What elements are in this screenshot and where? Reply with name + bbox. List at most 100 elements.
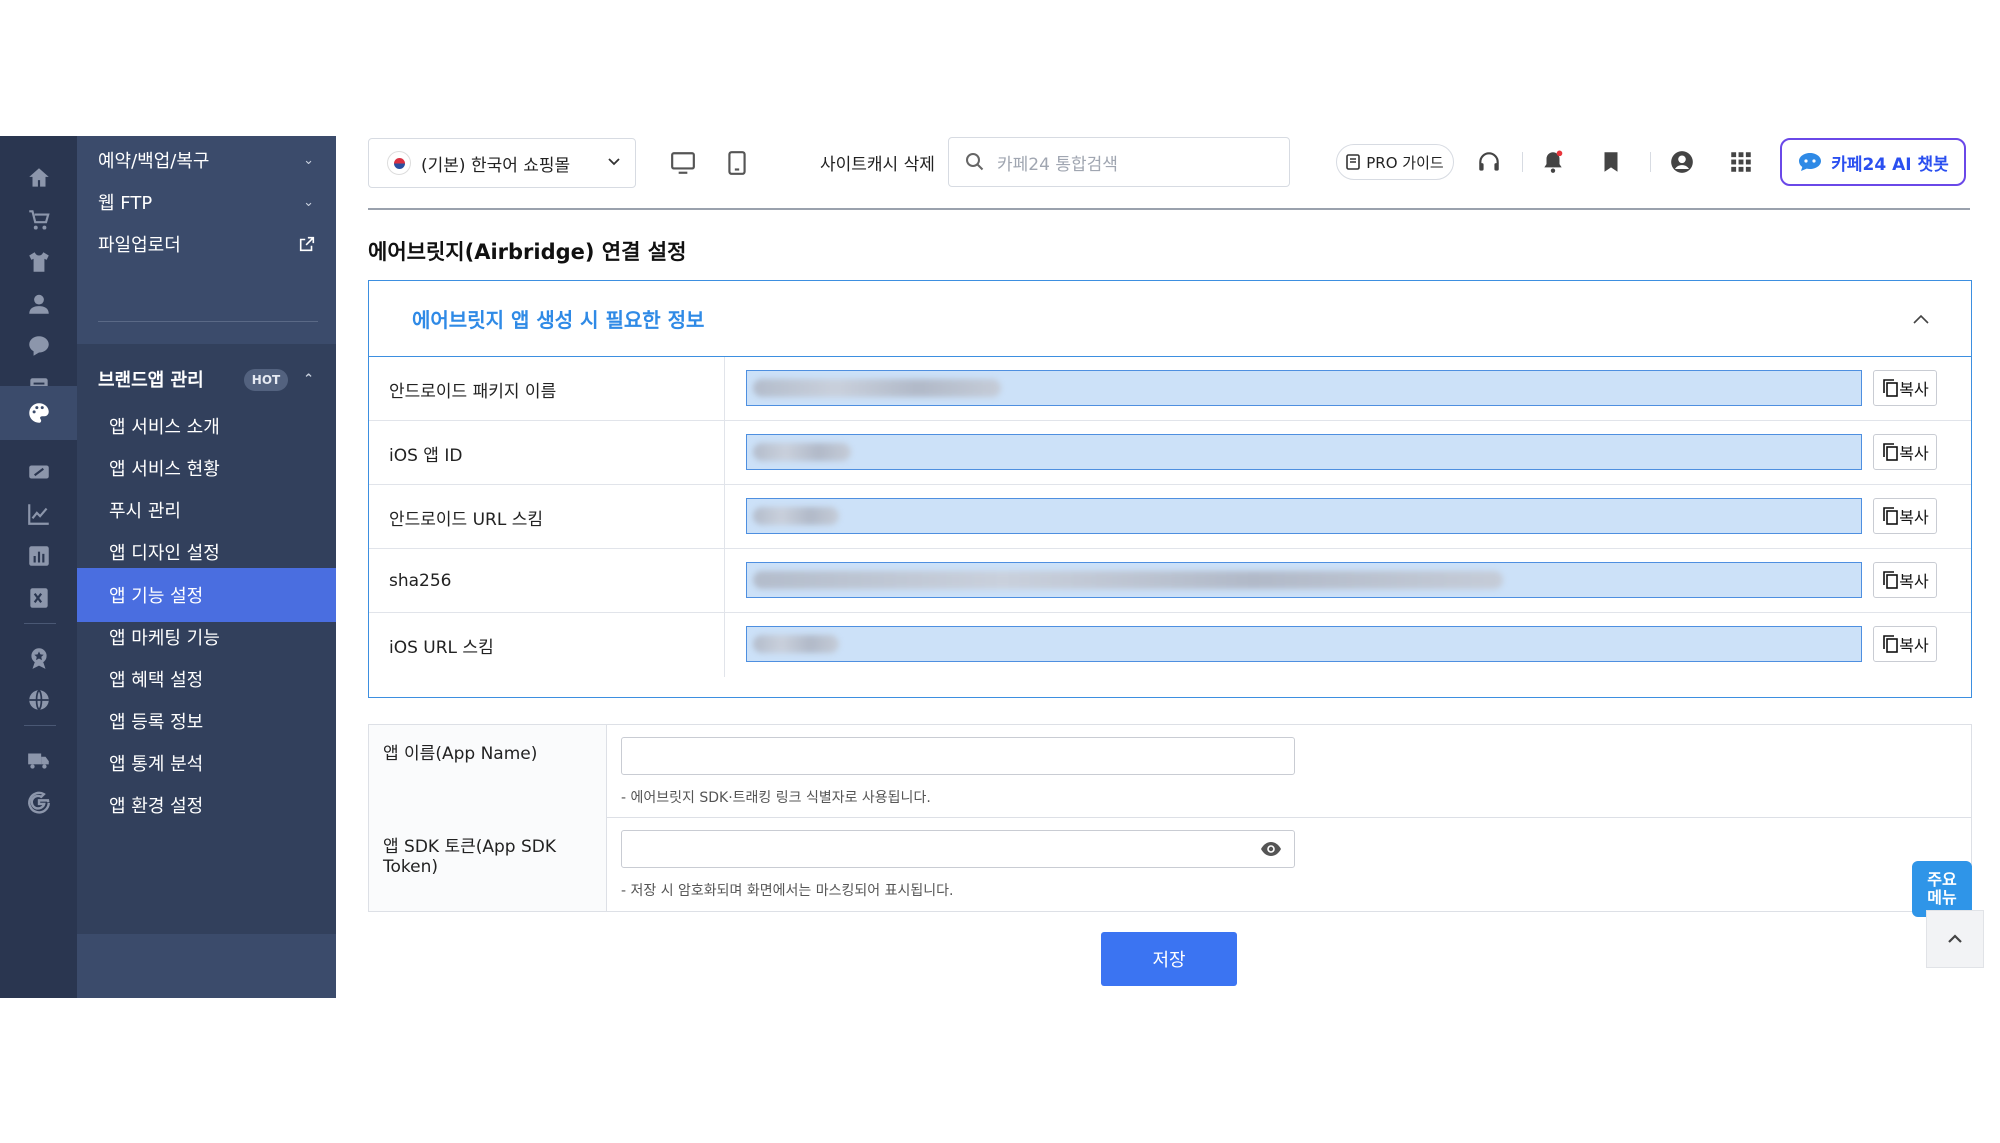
sdk-token-label: 앱 SDK 토큰(App SDK Token) [369,818,607,911]
app-window: 예약/백업/복구 ⌄ 웹 FTP ⌄ 파일업로더 브랜드앱 관리 HOT ⌃ 앱… [0,136,2000,998]
app-name-help: - 에어브릿지 SDK·트래킹 링크 식별자로 사용됩니다. [621,790,931,806]
menu-group-brand-app[interactable]: 브랜드앱 관리 HOT ⌃ [77,352,336,406]
search-placeholder: 카페24 통합검색 [997,154,1118,175]
menu-item-label: 앱 마케팅 기능 [109,628,220,649]
copy-icon [1883,379,1899,397]
eye-icon[interactable] [1260,840,1282,858]
sub-menu: 예약/백업/복구 ⌄ 웹 FTP ⌄ 파일업로더 브랜드앱 관리 HOT ⌃ 앱… [77,136,336,998]
shirt-icon[interactable] [22,245,56,279]
info-row-android-package: 안드로이드 패키지 이름 복사 [369,357,1971,421]
menu-item-label: 앱 등록 정보 [109,712,204,733]
copy-label: 복사 [1899,636,1929,655]
ios-app-id-value[interactable] [746,434,1862,470]
airbridge-form: 앱 이름(App Name) - 에어브릿지 SDK·트래킹 링크 식별자로 사… [368,724,1972,912]
google-icon[interactable] [22,785,56,819]
form-row-sdk-token: 앱 SDK 토큰(App SDK Token) - 저장 시 암호화되며 화면에… [369,818,1971,911]
promotion-icon[interactable] [22,455,56,489]
copy-button[interactable]: 복사 [1873,498,1937,534]
mall-select-value: (기본) 한국어 쇼핑몰 [421,155,571,176]
app-name-label: 앱 이름(App Name) [369,725,607,818]
menu-item-app-environment[interactable]: 앱 환경 설정 [77,778,336,832]
external-link-icon [299,236,315,252]
excel-icon[interactable] [22,581,56,615]
copy-label: 복사 [1899,508,1929,527]
copy-icon [1883,443,1899,461]
page-title: 에어브릿지(Airbridge) 연결 설정 [368,240,687,264]
android-url-scheme-value[interactable] [746,498,1862,534]
award-icon[interactable] [22,641,56,675]
chevron-down-icon [608,158,620,166]
copy-button[interactable]: 복사 [1873,562,1937,598]
app-name-input[interactable] [621,737,1295,775]
row-label: iOS 앱 ID [389,445,463,466]
sdk-token-input[interactable] [621,830,1295,868]
quick-menu-line1: 주요 [1927,870,1957,889]
menu-item-label: 앱 서비스 소개 [109,417,220,438]
pro-guide-label: PRO 가이드 [1366,153,1444,172]
desktop-view-icon[interactable] [668,148,698,178]
menu-item-label: 앱 통계 분석 [109,754,204,775]
search-icon [966,153,984,171]
cart-icon[interactable] [22,203,56,237]
mall-select[interactable]: (기본) 한국어 쇼핑몰 [368,138,636,188]
clear-site-cache-button[interactable]: 사이트캐시 삭제 [820,146,935,178]
icon-rail [0,136,77,998]
headset-icon[interactable] [1474,147,1504,177]
copy-label: 복사 [1899,380,1929,399]
chevron-up-icon [1948,934,1962,943]
copy-button[interactable]: 복사 [1873,434,1937,470]
copy-icon [1883,507,1899,525]
menu-item-label: 앱 서비스 현황 [109,459,220,480]
info-row-ios-url-scheme: iOS URL 스킴 복사 [369,613,1971,677]
chevron-up-icon: ⌃ [303,371,314,387]
copy-icon [1883,571,1899,589]
row-label: 안드로이드 URL 스킴 [389,509,544,530]
chatbot-icon [1799,153,1822,171]
android-package-value[interactable] [746,370,1862,406]
airbridge-info-panel: 에어브릿지 앱 생성 시 필요한 정보 안드로이드 패키지 이름 복사 iOS … [368,280,1972,698]
globe-icon[interactable] [22,683,56,717]
analytics-icon[interactable] [22,497,56,531]
ios-url-scheme-value[interactable] [746,626,1862,662]
account-icon[interactable] [1667,147,1697,177]
apps-grid-icon[interactable] [1726,147,1756,177]
chevron-down-icon: ⌄ [303,194,314,210]
menu-item-label: 예약/백업/복구 [98,151,210,172]
palette-icon[interactable] [0,386,77,440]
home-icon[interactable] [22,161,56,195]
chevron-up-icon[interactable] [1911,309,1931,329]
copy-icon [1883,635,1899,653]
menu-item-file-uploader[interactable]: 파일업로더 [77,217,336,271]
korea-flag-icon [387,151,411,175]
menu-item-label: 앱 디자인 설정 [109,543,220,564]
menu-item-label: 웹 FTP [98,193,153,214]
sdk-token-help: - 저장 시 암호화되며 화면에서는 마스킹되어 표시됩니다. [621,883,954,899]
pro-guide-button[interactable]: PRO 가이드 [1336,144,1454,180]
row-label: iOS URL 스킴 [389,637,494,658]
user-icon[interactable] [22,287,56,321]
chevron-down-icon: ⌄ [303,152,314,168]
bell-icon[interactable] [1538,147,1568,177]
copy-button[interactable]: 복사 [1873,370,1937,406]
sha256-value[interactable] [746,562,1862,598]
mobile-view-icon[interactable] [722,148,752,178]
panel-header[interactable]: 에어브릿지 앱 생성 시 필요한 정보 [369,281,1971,357]
scroll-to-top-button[interactable] [1926,910,1984,968]
ai-chatbot-button[interactable]: 카페24 AI 챗봇 [1780,138,1966,186]
row-label: sha256 [389,571,452,591]
save-button[interactable]: 저장 [1101,932,1237,986]
hot-badge: HOT [244,369,288,391]
row-label: 안드로이드 패키지 이름 [389,381,557,402]
integrated-search-input[interactable]: 카페24 통합검색 [948,137,1290,187]
copy-button[interactable]: 복사 [1873,626,1937,662]
quick-menu-button[interactable]: 주요 메뉴 [1912,861,1972,917]
menu-item-label: 푸시 관리 [109,501,181,522]
chat-icon[interactable] [22,329,56,363]
bookmark-icon[interactable] [1596,147,1626,177]
report-icon[interactable] [22,539,56,573]
menu-group-label: 브랜드앱 관리 [98,370,204,391]
guide-book-icon [1346,154,1361,170]
truck-icon[interactable] [22,743,56,777]
ai-chatbot-label: 카페24 AI 챗봇 [1831,154,1949,175]
form-row-app-name: 앱 이름(App Name) - 에어브릿지 SDK·트래킹 링크 식별자로 사… [369,725,1971,818]
